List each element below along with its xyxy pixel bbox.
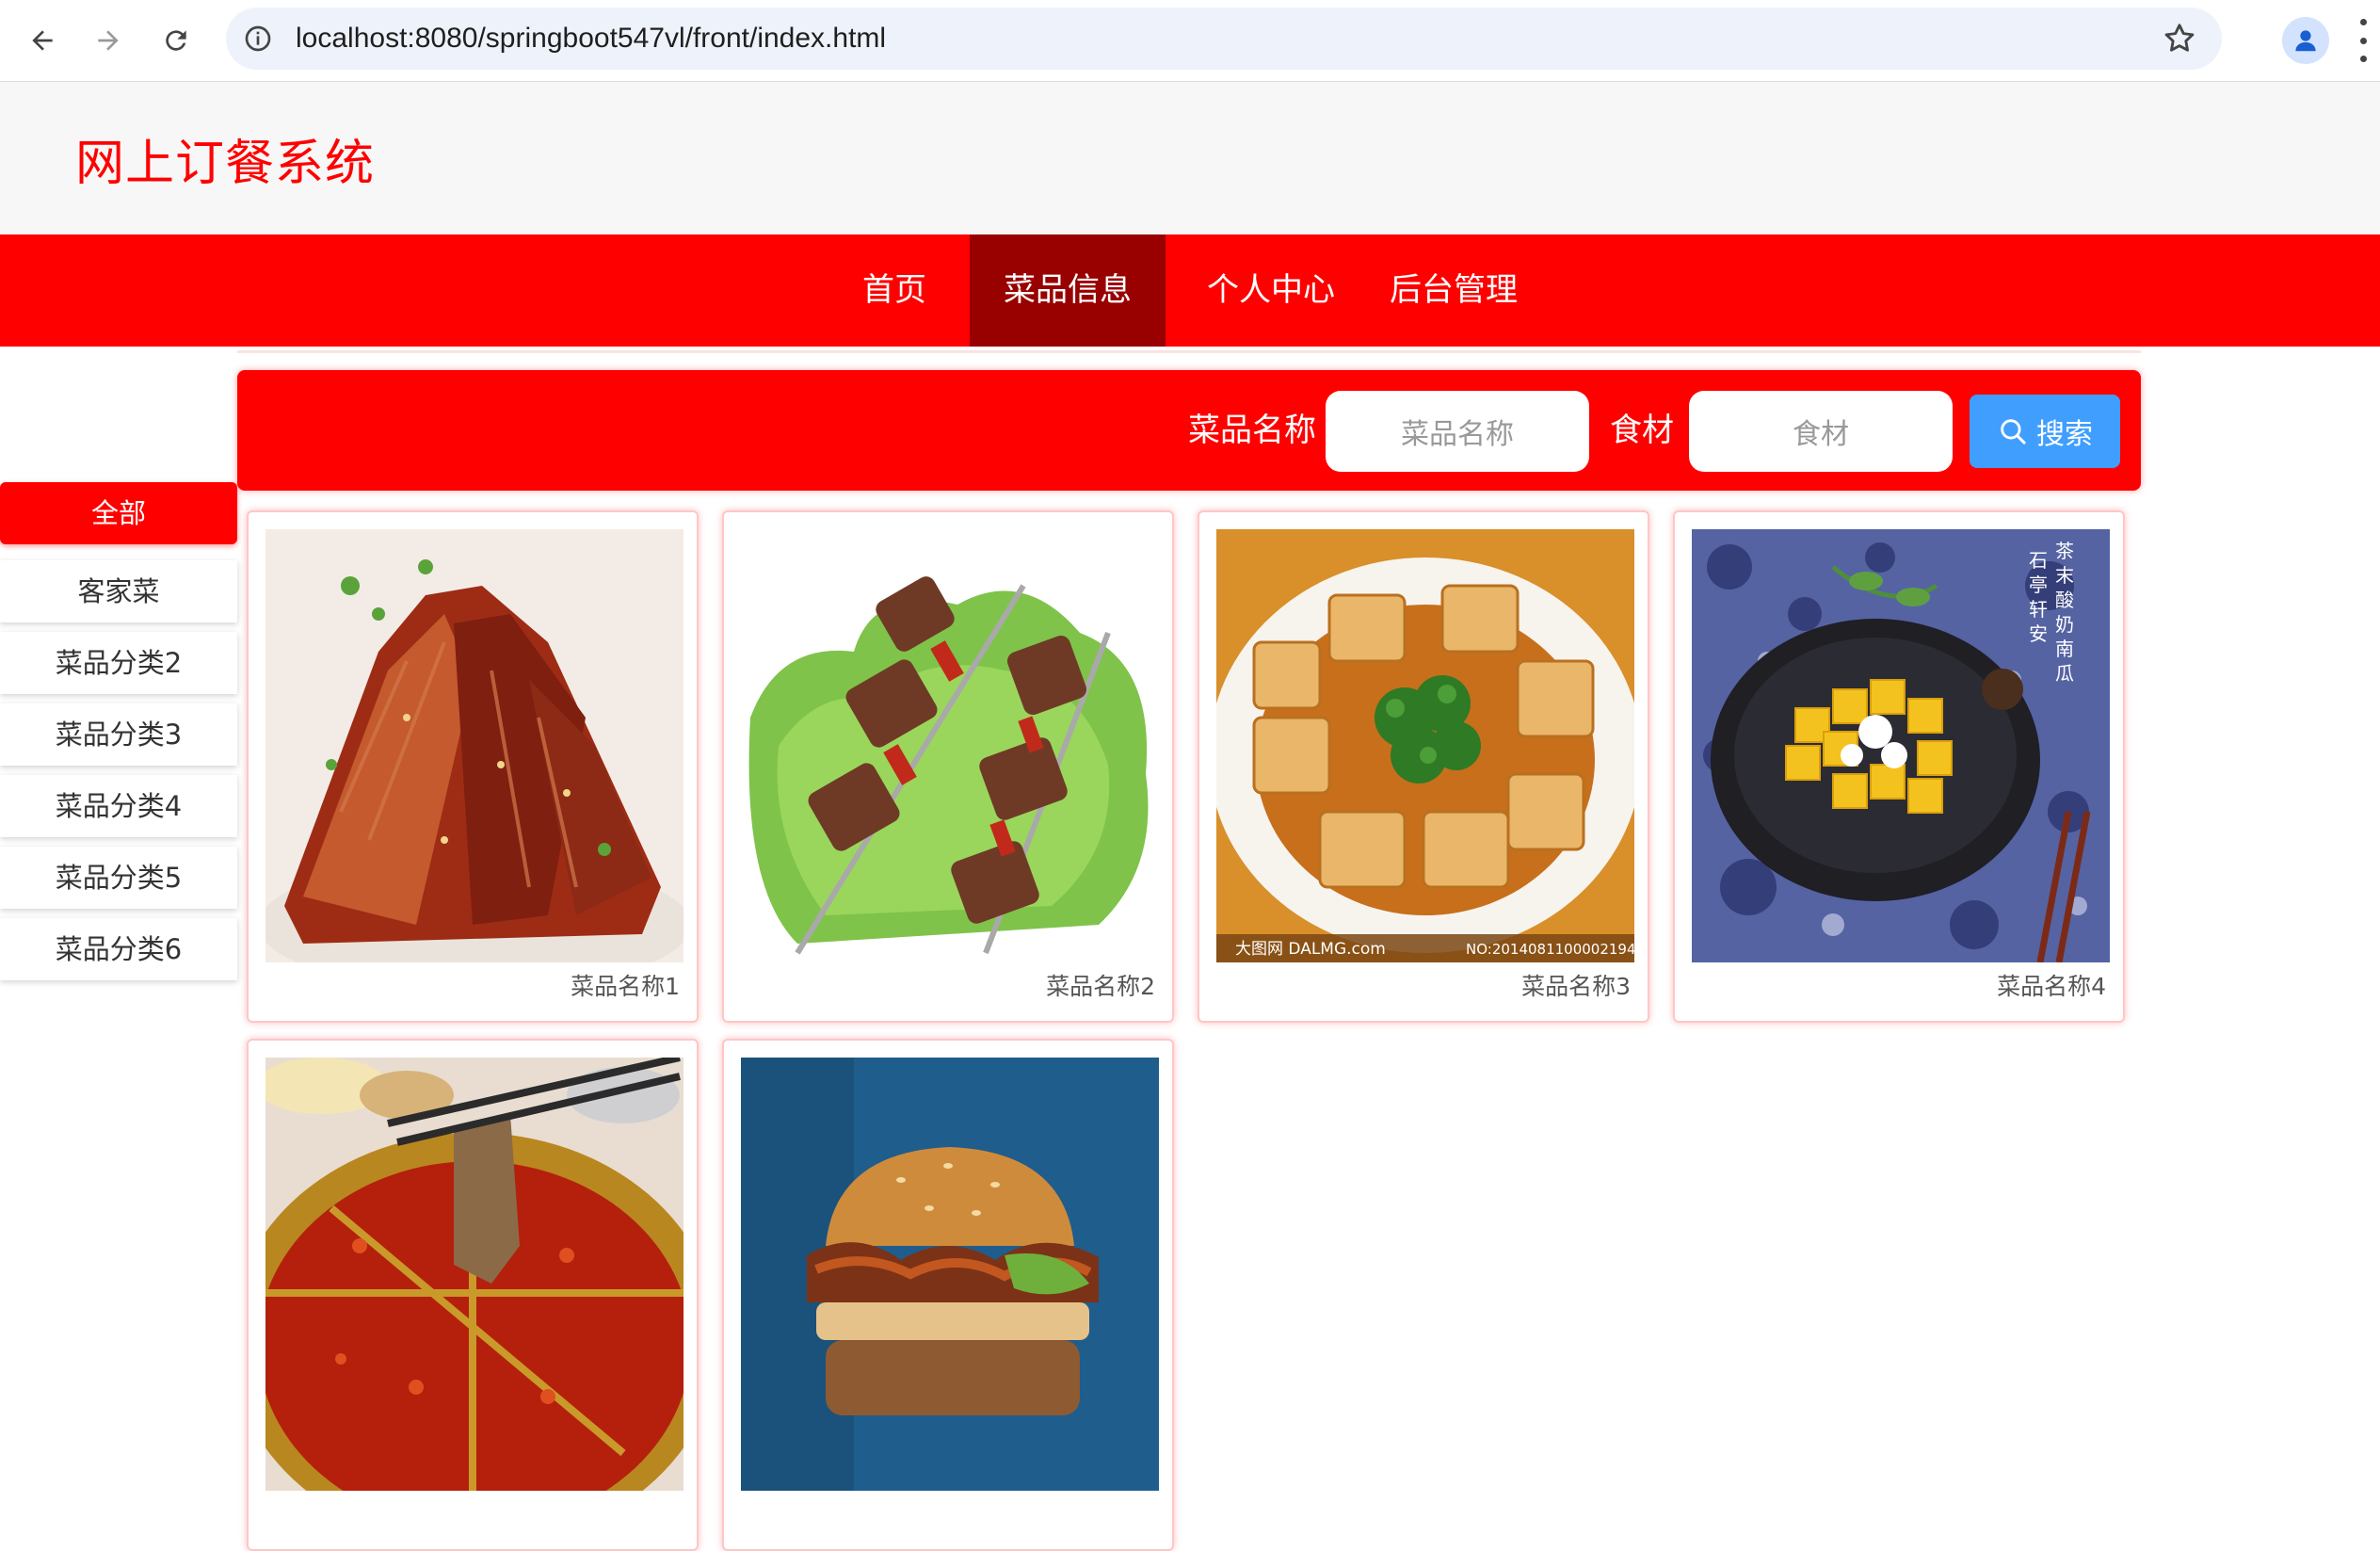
calligraphy-char: 石	[2029, 549, 2048, 572]
nav-item-admin[interactable]: 后台管理	[1376, 234, 1531, 347]
search-icon	[2001, 419, 2026, 444]
calligraphy-char: 南	[2055, 638, 2074, 660]
ingredient-input[interactable]: 食材	[1689, 391, 1953, 472]
forward-button[interactable]	[85, 17, 132, 64]
back-button[interactable]	[19, 17, 66, 64]
dish-name-label: 菜品名称	[1188, 412, 1316, 449]
search-button[interactable]: 搜索	[1970, 395, 2120, 468]
dish-card[interactable]: 菜品名称2	[722, 510, 1174, 1023]
search-button-label: 搜索	[2036, 418, 2093, 451]
dish-name-input[interactable]: 菜品名称	[1326, 391, 1589, 472]
dish-image[interactable]	[741, 1058, 1159, 1491]
search-bar: 菜品名称 菜品名称 食材 食材 搜索	[237, 370, 2141, 491]
category-item[interactable]: 菜品分类6	[0, 918, 237, 980]
site-header: 网上订餐系统	[0, 82, 2380, 234]
dish-image[interactable]	[265, 1058, 683, 1491]
dish-card[interactable]	[722, 1039, 1174, 1551]
nav-item-home[interactable]: 首页	[828, 234, 960, 347]
arrow-right-icon	[98, 30, 119, 51]
bookmark-star-icon[interactable]	[2162, 21, 2197, 57]
site-info-icon[interactable]	[243, 24, 273, 54]
image-watermark-id: NO:20140811000021949	[1466, 941, 1634, 958]
nav-item-dishes[interactable]: 菜品信息	[970, 234, 1166, 347]
nav-item-profile[interactable]: 个人中心	[1194, 234, 1348, 347]
calligraphy-char: 末	[2055, 564, 2074, 587]
dish-card[interactable]	[247, 1039, 699, 1551]
dish-image[interactable]	[265, 529, 683, 962]
category-item[interactable]: 菜品分类5	[0, 847, 237, 909]
dish-card[interactable]: 菜品名称1	[247, 510, 699, 1023]
dish-image[interactable]: 大图网 DALMG.com NO:20140811000021949	[1216, 529, 1634, 962]
browser-menu-button[interactable]	[2354, 19, 2372, 62]
address-bar[interactable]: localhost:8080/springboot547vl/front/ind…	[226, 8, 2222, 70]
dish-name: 菜品名称1	[571, 973, 680, 1000]
category-item[interactable]: 客家菜	[0, 560, 237, 622]
calligraphy-char: 瓜	[2055, 662, 2074, 685]
divider	[237, 350, 2141, 353]
reload-icon	[166, 30, 186, 51]
dish-name: 菜品名称2	[1046, 973, 1155, 1000]
ingredient-label: 食材	[1610, 412, 1674, 449]
reload-button[interactable]	[153, 17, 200, 64]
profile-avatar[interactable]	[2282, 17, 2329, 64]
image-watermark: 大图网 DALMG.com	[1235, 940, 1386, 959]
dish-card[interactable]: 石 亭 轩 安 茶 末 酸 奶 南 瓜 菜品名称4	[1673, 510, 2125, 1023]
url-text: localhost:8080/springboot547vl/front/ind…	[296, 23, 887, 54]
category-item[interactable]: 菜品分类2	[0, 632, 237, 694]
calligraphy-char: 亭	[2029, 574, 2048, 596]
calligraphy-char: 酸	[2055, 589, 2074, 611]
arrow-left-icon	[32, 30, 53, 51]
browser-toolbar: localhost:8080/springboot547vl/front/ind…	[0, 0, 2380, 82]
calligraphy-char: 奶	[2055, 613, 2074, 636]
dish-image[interactable]	[741, 529, 1159, 962]
dish-name: 菜品名称3	[1521, 973, 1631, 1000]
site-title: 网上订餐系统	[75, 136, 376, 192]
person-icon	[2295, 30, 2316, 52]
main-nav: 首页 菜品信息 个人中心 后台管理	[0, 234, 2380, 347]
category-item[interactable]: 菜品分类4	[0, 775, 237, 837]
category-item[interactable]: 菜品分类3	[0, 703, 237, 766]
dish-name: 菜品名称4	[1997, 973, 2106, 1000]
calligraphy-char: 安	[2029, 622, 2048, 645]
dish-image[interactable]: 石 亭 轩 安 茶 末 酸 奶 南 瓜	[1692, 529, 2110, 962]
category-all[interactable]: 全部	[0, 482, 237, 544]
dish-card[interactable]: 大图网 DALMG.com NO:20140811000021949 菜品名称3	[1198, 510, 1649, 1023]
calligraphy-char: 轩	[2029, 598, 2048, 621]
calligraphy-char: 茶	[2055, 540, 2074, 562]
